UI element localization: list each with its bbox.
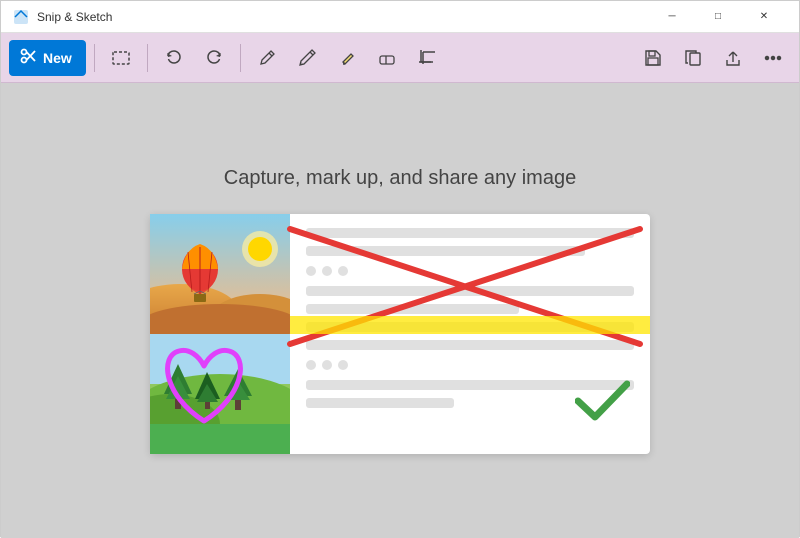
toolbar-divider-1	[94, 44, 95, 72]
dot-6	[338, 360, 348, 370]
landscape-image	[150, 334, 290, 454]
pencil-button[interactable]	[289, 40, 325, 76]
eraser-button[interactable]	[369, 40, 405, 76]
dot-3	[338, 266, 348, 276]
app-title: Snip & Sketch	[37, 10, 112, 24]
content-line-7	[306, 380, 634, 390]
toolbar-divider-2	[147, 44, 148, 72]
minimize-button[interactable]: ─	[649, 1, 695, 33]
dots-row-1	[306, 266, 634, 276]
rectangle-snip-button[interactable]	[103, 40, 139, 76]
more-options-button[interactable]	[755, 40, 791, 76]
crop-button[interactable]	[409, 40, 445, 76]
images-column	[150, 214, 290, 454]
content-line-4	[306, 304, 519, 314]
maximize-button[interactable]: □	[695, 1, 741, 33]
close-button[interactable]: ✕	[741, 1, 787, 33]
caption-text: Capture, mark up, and share any image	[224, 167, 576, 190]
demo-card	[150, 214, 650, 454]
new-button[interactable]: New	[9, 40, 86, 76]
highlighter-button[interactable]	[329, 40, 365, 76]
title-bar-left: Snip & Sketch	[13, 9, 112, 25]
title-bar: Snip & Sketch ─ □ ✕	[1, 1, 799, 33]
dots-row-2	[306, 360, 634, 370]
dot-4	[306, 360, 316, 370]
toolbar: New	[1, 33, 799, 83]
app-icon	[13, 9, 29, 25]
redo-button[interactable]	[196, 40, 232, 76]
highlight-bar	[290, 316, 650, 334]
content-line-8	[306, 398, 454, 408]
dot-1	[306, 266, 316, 276]
dot-5	[322, 360, 332, 370]
undo-button[interactable]	[156, 40, 192, 76]
content-line-2	[306, 246, 585, 256]
toolbar-divider-3	[240, 44, 241, 72]
save-button[interactable]	[635, 40, 671, 76]
main-content: Capture, mark up, and share any image	[1, 83, 799, 538]
content-line-1	[306, 228, 634, 238]
toolbar-right	[635, 40, 791, 76]
copy-button[interactable]	[675, 40, 711, 76]
content-line-3	[306, 286, 634, 296]
title-bar-controls: ─ □ ✕	[649, 1, 787, 33]
content-lines	[290, 214, 650, 454]
dot-2	[322, 266, 332, 276]
scissors-icon	[19, 47, 37, 68]
share-button[interactable]	[715, 40, 751, 76]
ballpoint-pen-button[interactable]	[249, 40, 285, 76]
content-line-6	[306, 340, 634, 350]
balloon-image	[150, 214, 290, 334]
new-label: New	[43, 50, 72, 66]
